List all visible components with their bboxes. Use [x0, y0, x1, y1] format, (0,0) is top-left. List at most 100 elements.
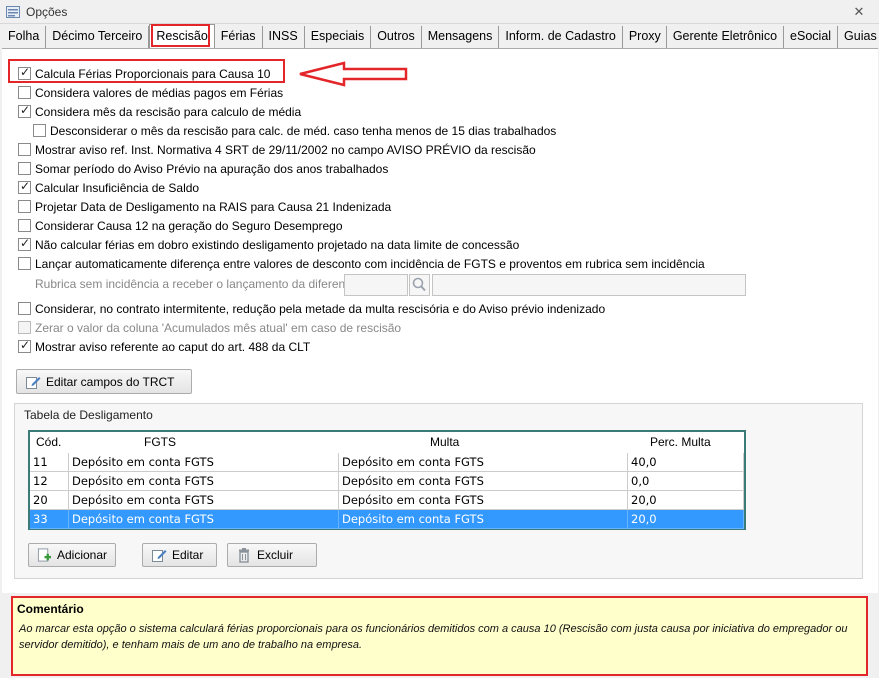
rubrica-label: Rubrica sem incidência a receber o lança…	[35, 277, 362, 291]
option-label: Considera mês da rescisão para calculo d…	[35, 104, 302, 119]
tab-bar: Folha Décimo Terceiro Rescisão Férias IN…	[2, 24, 878, 48]
edit-button[interactable]: Editar	[142, 543, 217, 567]
rubrica-search-button[interactable]	[409, 274, 430, 296]
option-label: Zerar o valor da coluna 'Acumulados mês …	[35, 320, 402, 335]
comment-panel: Comentário Ao marcar esta opção o sistem…	[11, 596, 868, 676]
option-label: Projetar Data de Desligamento na RAIS pa…	[35, 199, 392, 214]
cell-fgts: Depósito em conta FGTS	[69, 510, 339, 529]
column-header-cod[interactable]: Cód.	[36, 435, 61, 449]
option-somar-aviso-previo[interactable]: Somar período do Aviso Prévio na apuraçã…	[18, 160, 388, 177]
edit-icon	[152, 550, 167, 562]
option-insuficiencia-saldo[interactable]: Calcular Insuficiência de Saldo	[18, 179, 199, 196]
cell-fgts: Depósito em conta FGTS	[69, 453, 339, 472]
grid-header: Cód. FGTS Multa Perc. Multa	[30, 432, 744, 452]
tab-inform-cadastro[interactable]: Inform. de Cadastro	[499, 26, 623, 48]
column-header-perc-multa[interactable]: Perc. Multa	[650, 435, 711, 449]
column-header-fgts[interactable]: FGTS	[144, 435, 176, 449]
tab-ferias[interactable]: Férias	[215, 26, 263, 48]
delete-button[interactable]: Excluir	[227, 543, 317, 567]
cell-multa: Depósito em conta FGTS	[339, 491, 628, 510]
option-aviso-inst-normativa[interactable]: Mostrar aviso ref. Inst. Normativa 4 SRT…	[18, 141, 536, 158]
cell-cod: 11	[30, 453, 69, 472]
tab-decimo-terceiro[interactable]: Décimo Terceiro	[46, 26, 150, 48]
option-mes-rescisao-media[interactable]: Considera mês da rescisão para calculo d…	[18, 103, 301, 120]
cell-cod: 33	[30, 510, 69, 529]
tab-guias[interactable]: Guias	[838, 26, 879, 48]
checkbox[interactable]	[33, 124, 46, 137]
option-label: Considerar Causa 12 na geração do Seguro…	[35, 218, 343, 233]
option-label: Não calcular férias em dobro existindo d…	[35, 237, 520, 252]
table-row[interactable]: 11 Depósito em conta FGTS Depósito em co…	[30, 453, 744, 472]
edit-label: Editar	[172, 548, 204, 562]
checkbox[interactable]	[18, 219, 31, 232]
option-label: Lançar automaticamente diferença entre v…	[35, 256, 705, 271]
checkbox[interactable]	[18, 257, 31, 270]
option-aviso-art-488[interactable]: Mostrar aviso referente ao caput do art.…	[18, 338, 310, 355]
checkbox[interactable]	[18, 162, 31, 175]
table-row[interactable]: 20 Depósito em conta FGTS Depósito em co…	[30, 491, 744, 510]
checkbox[interactable]	[18, 143, 31, 156]
cell-multa: Depósito em conta FGTS	[339, 510, 628, 529]
cell-fgts: Depósito em conta FGTS	[69, 491, 339, 510]
desligamento-grid: Cód. FGTS Multa Perc. Multa 11 Depósito …	[28, 430, 746, 530]
column-header-multa[interactable]: Multa	[430, 435, 459, 449]
cell-perc-multa: 20,0	[628, 510, 744, 529]
cell-perc-multa: 20,0	[628, 491, 744, 510]
option-calcula-ferias-causa-10[interactable]: Calcula Férias Proporcionais para Causa …	[18, 65, 270, 82]
delete-label: Excluir	[257, 548, 294, 562]
close-icon[interactable]: ✕	[851, 4, 867, 20]
tab-rescisao[interactable]: Rescisão	[149, 24, 215, 48]
checkbox[interactable]	[18, 338, 31, 353]
add-label: Adicionar	[56, 548, 107, 562]
option-label: Mostrar aviso ref. Inst. Normativa 4 SRT…	[35, 142, 536, 157]
option-zerar-acumulados: Zerar o valor da coluna 'Acumulados mês …	[18, 319, 401, 336]
checkbox[interactable]	[18, 179, 31, 194]
tab-proxy[interactable]: Proxy	[623, 26, 667, 48]
tab-esocial[interactable]: eSocial	[784, 26, 839, 48]
checkbox	[18, 321, 31, 334]
checkbox[interactable]	[18, 236, 31, 251]
checkbox[interactable]	[18, 65, 31, 80]
edit-trct-button[interactable]: Editar campos do TRCT	[16, 369, 192, 394]
add-icon	[37, 548, 52, 562]
trash-icon	[239, 548, 249, 563]
option-desconsiderar-mes-rescisao[interactable]: Desconsiderar o mês da rescisão para cal…	[33, 122, 556, 139]
tab-folha[interactable]: Folha	[2, 26, 47, 48]
rubrica-description-input[interactable]	[432, 274, 746, 296]
option-label: Desconsiderar o mês da rescisão para cal…	[50, 123, 557, 138]
option-causa-12-seguro[interactable]: Considerar Causa 12 na geração do Seguro…	[18, 217, 343, 234]
checkbox[interactable]	[18, 103, 31, 118]
rubrica-code-input[interactable]	[344, 274, 408, 296]
edit-icon	[26, 376, 41, 389]
checkbox[interactable]	[18, 302, 31, 315]
tab-gerente-eletronico[interactable]: Gerente Eletrônico	[667, 26, 785, 48]
tab-outros[interactable]: Outros	[371, 26, 422, 48]
comment-text: Ao marcar esta opção o sistema calculará…	[19, 623, 848, 651]
option-contrato-intermitente[interactable]: Considerar, no contrato intermitente, re…	[18, 300, 605, 317]
options-window-icon	[6, 6, 20, 18]
tabela-desligamento-title: Tabela de Desligamento	[24, 408, 153, 422]
cell-cod: 12	[30, 472, 69, 491]
option-label: Somar período do Aviso Prévio na apuraçã…	[35, 161, 389, 176]
option-projetar-data-rais[interactable]: Projetar Data de Desligamento na RAIS pa…	[18, 198, 391, 215]
checkbox[interactable]	[18, 200, 31, 213]
option-lancar-diferenca-fgts[interactable]: Lançar automaticamente diferença entre v…	[18, 255, 705, 272]
table-row-selected[interactable]: 33 Depósito em conta FGTS Depósito em co…	[30, 510, 744, 529]
cell-multa: Depósito em conta FGTS	[339, 453, 628, 472]
checkbox[interactable]	[18, 86, 31, 99]
cell-cod: 20	[30, 491, 69, 510]
option-label: Calcula Férias Proporcionais para Causa …	[35, 66, 271, 81]
tab-especiais[interactable]: Especiais	[305, 26, 372, 48]
tab-inss[interactable]: INSS	[263, 26, 305, 48]
option-label: Considera valores de médias pagos em Fér…	[35, 85, 284, 100]
search-icon	[412, 277, 426, 292]
option-medias-pagos-ferias[interactable]: Considera valores de médias pagos em Fér…	[18, 84, 283, 101]
cell-multa: Depósito em conta FGTS	[339, 472, 628, 491]
option-label: Mostrar aviso referente ao caput do art.…	[35, 339, 311, 354]
cell-fgts: Depósito em conta FGTS	[69, 472, 339, 491]
add-button[interactable]: Adicionar	[28, 543, 116, 567]
tab-mensagens[interactable]: Mensagens	[422, 26, 500, 48]
option-ferias-dobro[interactable]: Não calcular férias em dobro existindo d…	[18, 236, 519, 253]
cell-perc-multa: 40,0	[628, 453, 744, 472]
table-row[interactable]: 12 Depósito em conta FGTS Depósito em co…	[30, 472, 744, 491]
